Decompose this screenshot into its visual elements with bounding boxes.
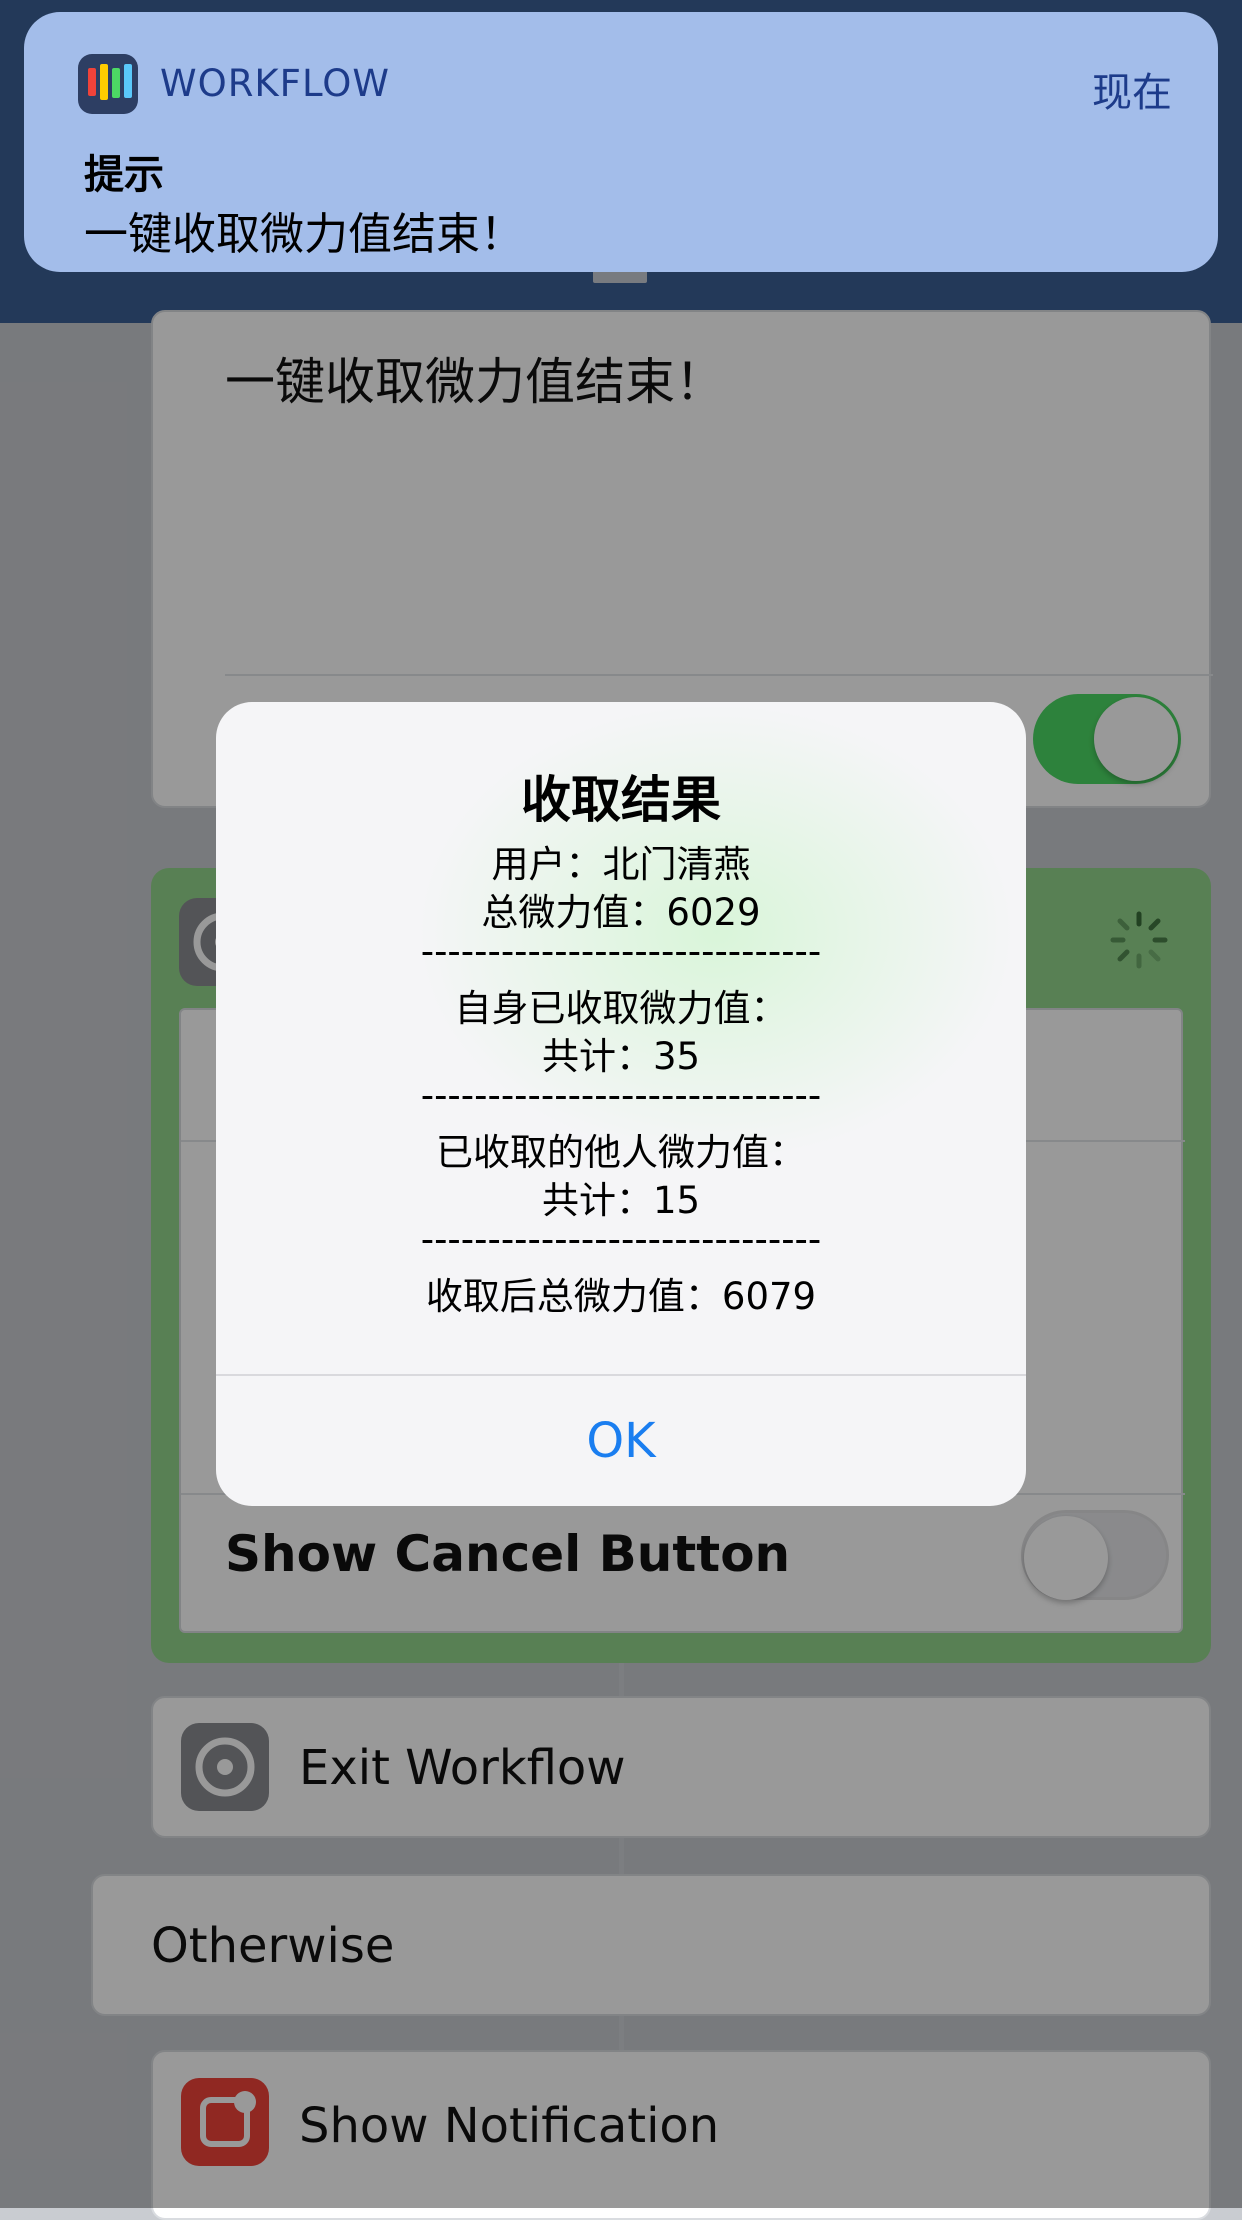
ok-button[interactable]: OK <box>216 1376 1026 1506</box>
alert-title: 收取结果 <box>521 771 721 829</box>
alert-separator: ------------------------------ <box>420 1218 822 1261</box>
banner-title: 提示 <box>84 152 164 198</box>
notification-banner[interactable]: WORKFLOW 现在 提示 一键收取微力值结束！ <box>24 12 1218 272</box>
alert-line-after: 收取后总微力值：6079 <box>425 1275 817 1318</box>
alert-line-others-header: 已收取的他人微力值： <box>436 1131 806 1174</box>
alert-line-self-header: 自身已收取微力值： <box>454 987 788 1030</box>
banner-body: 一键收取微力值结束！ <box>84 209 524 260</box>
alert-line-total: 总微力值：6029 <box>481 891 761 934</box>
alert-line-others-total: 共计：15 <box>541 1179 701 1222</box>
alert-separator: ------------------------------ <box>420 1074 822 1117</box>
banner-app-name: WORKFLOW <box>160 62 390 105</box>
workflow-app-icon <box>78 54 138 114</box>
alert-line-user: 用户：北门清燕 <box>491 843 751 886</box>
result-alert-dialog: 收取结果 用户：北门清燕 总微力值：6029 -----------------… <box>216 702 1026 1506</box>
alert-line-self-total: 共计：35 <box>541 1035 701 1078</box>
alert-separator: ------------------------------ <box>420 930 822 973</box>
banner-time: 现在 <box>1092 70 1172 116</box>
